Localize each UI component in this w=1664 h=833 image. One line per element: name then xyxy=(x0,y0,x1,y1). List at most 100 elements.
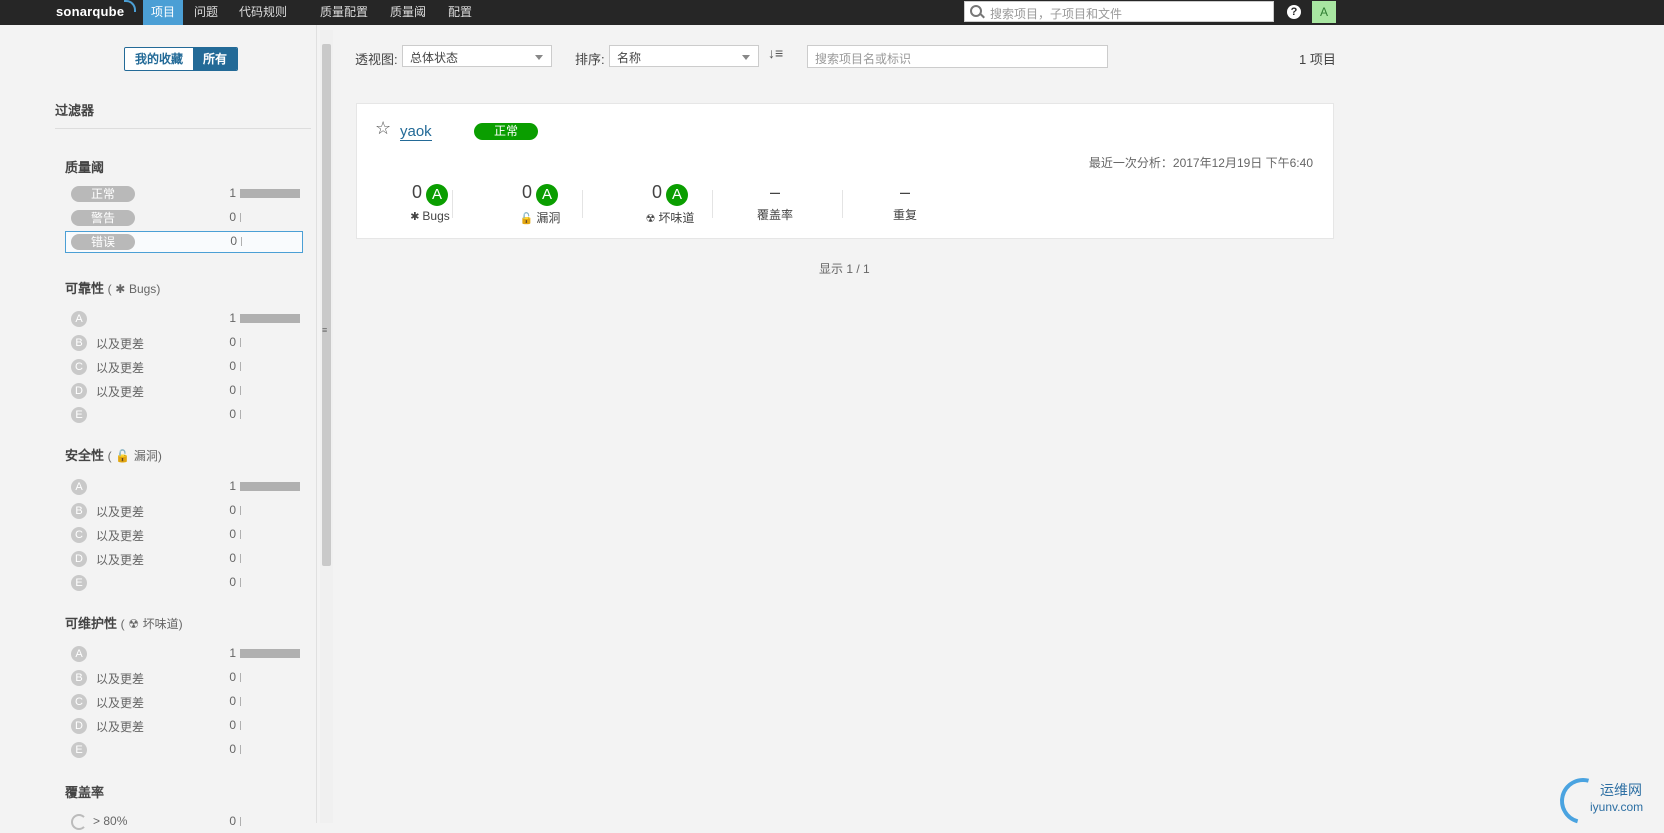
gate-pill: 警告 xyxy=(71,210,135,226)
filter-security-d[interactable]: D 以及更差 0 xyxy=(65,548,303,570)
rating-label: 以及更差 xyxy=(96,385,145,399)
metric-divider xyxy=(842,190,843,218)
code-smells-value: 0 xyxy=(651,182,662,202)
project-card: ☆ yaok 正常 最近一次分析：2017年12月19日 下午6:40 0A ✱… xyxy=(356,103,1334,239)
filter-count: 1 xyxy=(229,479,236,493)
last-analysis-date: 最近一次分析：2017年12月19日 下午6:40 xyxy=(1088,156,1313,170)
filter-security-e[interactable]: E0 xyxy=(65,572,303,594)
vulnerabilities-metric[interactable]: 0A 🔓 漏洞 xyxy=(485,182,595,226)
rating-badge: A xyxy=(71,646,87,662)
quality-gate-title: 质量阈 xyxy=(65,160,105,175)
filters-sidebar: 我的收藏 所有 过滤器 质量阈 正常 1 警告 0 错误 0 可靠性 ( ✱ B… xyxy=(0,25,317,830)
bugs-metric[interactable]: 0A ✱ Bugs xyxy=(375,182,485,223)
resize-handle-icon[interactable]: ≡ xyxy=(322,325,327,335)
rating-badge: E xyxy=(71,575,87,591)
filter-bar xyxy=(240,697,241,706)
reliability-sub: Bugs xyxy=(128,282,157,296)
filter-gate-error[interactable]: 错误 0 xyxy=(65,231,303,253)
rating-badge: B xyxy=(71,670,87,686)
sidebar-scrollbar[interactable]: ≡ xyxy=(320,30,333,823)
rating-badge: E xyxy=(71,742,87,758)
nav-rules[interactable]: 代码规则 xyxy=(231,0,295,25)
filter-maintainability-d[interactable]: D 以及更差 0 xyxy=(65,715,303,737)
help-icon[interactable]: ? xyxy=(1287,5,1301,19)
nav-quality-profiles[interactable]: 质量配置 xyxy=(312,0,376,25)
perspective-value: 总体状态 xyxy=(410,51,459,65)
pagination-info: 显示 1 / 1 xyxy=(819,262,870,276)
filter-reliability-d[interactable]: D 以及更差 0 xyxy=(65,380,303,402)
project-name-link[interactable]: yaok xyxy=(400,123,432,141)
duplications-metric[interactable]: – 重复 xyxy=(850,182,960,223)
duplications-label: 重复 xyxy=(892,208,917,222)
security-title-text: 安全性 xyxy=(65,448,105,463)
paren-open: ( xyxy=(120,617,125,631)
filter-gate-warn[interactable]: 警告 0 xyxy=(65,207,303,229)
chevron-down-icon xyxy=(742,55,750,60)
rating-badge: C xyxy=(71,527,87,543)
filter-maintainability-a[interactable]: A1 xyxy=(65,643,303,665)
sort-value: 名称 xyxy=(617,51,642,65)
filter-maintainability-c[interactable]: C 以及更差 0 xyxy=(65,691,303,713)
filters-title: 过滤器 xyxy=(55,103,95,118)
filter-reliability-c[interactable]: C 以及更差 0 xyxy=(65,356,303,378)
filter-bar xyxy=(240,673,241,682)
code-smells-label: 坏味道 xyxy=(658,210,695,225)
search-placeholder: 搜索项目，子项目和文件 xyxy=(990,7,1123,21)
coverage-label: > 80% xyxy=(93,814,128,828)
scrollbar-thumb[interactable] xyxy=(322,44,331,566)
nav-administration[interactable]: 配置 xyxy=(440,0,480,25)
vulnerabilities-value: 0 xyxy=(521,182,532,202)
filter-coverage-80[interactable]: > 80% 0 xyxy=(65,811,303,833)
rating-badge: D xyxy=(71,718,87,734)
sort-order-icon[interactable]: ↓≡ xyxy=(768,45,783,61)
code-smell-icon: ☢ xyxy=(128,617,140,631)
filter-bar xyxy=(240,213,241,222)
filter-security-b[interactable]: B 以及更差 0 xyxy=(65,500,303,522)
coverage-metric[interactable]: – 覆盖率 xyxy=(720,182,830,223)
filter-bar xyxy=(240,386,241,395)
favorites-button[interactable]: 我的收藏 xyxy=(125,48,194,70)
filter-maintainability-e[interactable]: E0 xyxy=(65,739,303,761)
nav-issues[interactable]: 问题 xyxy=(186,0,226,25)
rating-badge: A xyxy=(71,479,87,495)
filter-count: 0 xyxy=(229,210,236,224)
filter-bar xyxy=(240,745,241,754)
bugs-value: 0 xyxy=(411,182,422,202)
watermark-text: 运维网 xyxy=(1600,782,1642,798)
metric-divider xyxy=(712,190,713,218)
filter-maintainability-b[interactable]: B 以及更差 0 xyxy=(65,667,303,689)
metric-divider xyxy=(452,190,453,218)
code-smell-icon: ☢ xyxy=(645,212,656,225)
watermark-url: iyunv.com xyxy=(1590,800,1644,814)
project-count: 1 项目 xyxy=(1299,52,1336,67)
nav-projects[interactable]: 项目 xyxy=(143,0,184,25)
nav-quality-gates[interactable]: 质量阈 xyxy=(382,0,434,25)
security-title: 安全性 ( 🔓 漏洞) xyxy=(65,445,162,464)
filter-security-c[interactable]: C 以及更差 0 xyxy=(65,524,303,546)
filter-count: 0 xyxy=(229,742,236,756)
filter-reliability-a[interactable]: A1 xyxy=(65,308,303,330)
filter-count: 0 xyxy=(229,575,236,589)
perspective-select[interactable]: 总体状态 xyxy=(402,45,552,67)
global-search-input[interactable]: 搜索项目，子项目和文件 xyxy=(964,1,1274,22)
quality-gate-status-badge: 正常 xyxy=(474,123,538,140)
top-navigation: sonarqube 项目 问题 代码规则 质量配置 质量阈 配置 搜索项目，子项… xyxy=(0,0,1664,25)
filter-reliability-e[interactable]: E0 xyxy=(65,404,303,426)
filter-count: 0 xyxy=(229,407,236,421)
sonarqube-logo[interactable]: sonarqube xyxy=(56,0,137,19)
all-button[interactable]: 所有 xyxy=(193,48,238,70)
filter-bar xyxy=(240,554,241,563)
project-search-input[interactable]: 搜索项目名或标识 xyxy=(807,45,1108,68)
filter-reliability-b[interactable]: B 以及更差 0 xyxy=(65,332,303,354)
avatar[interactable]: A xyxy=(1312,1,1336,23)
code-smells-metric[interactable]: 0A ☢ 坏味道 xyxy=(615,182,725,226)
favorite-star-icon[interactable]: ☆ xyxy=(375,118,391,139)
sort-select[interactable]: 名称 xyxy=(609,45,759,67)
filter-security-a[interactable]: A1 xyxy=(65,476,303,498)
duplications-value: – xyxy=(899,182,910,202)
security-sub: 漏洞 xyxy=(133,449,158,463)
rating-badge: D xyxy=(71,383,87,399)
filter-gate-ok[interactable]: 正常 1 xyxy=(65,183,303,205)
filter-count: 0 xyxy=(230,234,237,248)
filter-count: 1 xyxy=(229,186,236,200)
